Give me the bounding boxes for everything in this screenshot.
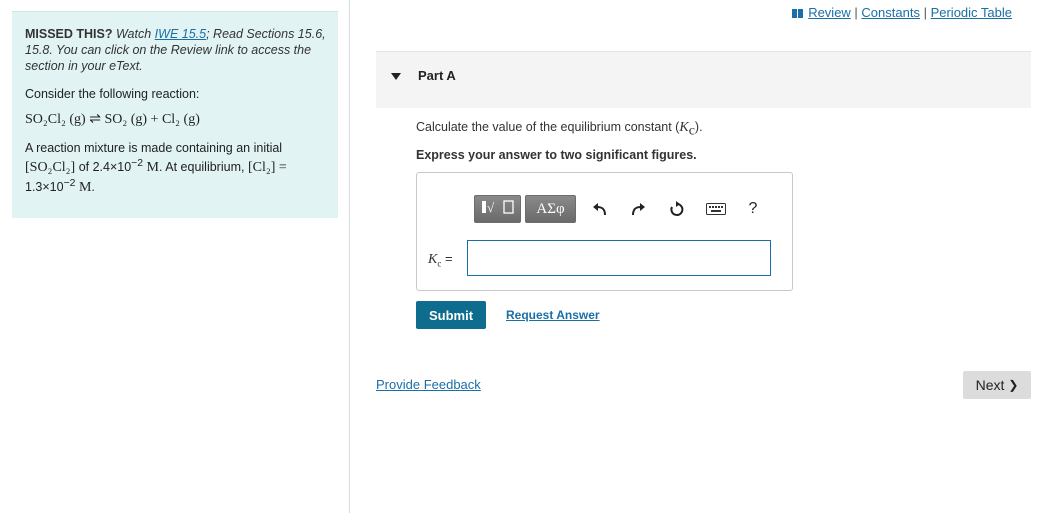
answer-input[interactable] bbox=[467, 240, 771, 276]
question-text-main: Calculate the value of the equilibrium c… bbox=[416, 120, 680, 134]
provide-feedback-link[interactable]: Provide Feedback bbox=[376, 377, 481, 392]
missed-this-text: MISSED THIS? Watch IWE 15.5; Read Sectio… bbox=[25, 26, 327, 74]
question-text: Calculate the value of the equilibrium c… bbox=[416, 120, 703, 140]
equilibrium-concentration: [Cl₂] = bbox=[247, 160, 287, 176]
kc-symbol: K bbox=[679, 120, 689, 135]
mixture-text-5: . bbox=[91, 180, 95, 195]
collapse-triangle-icon[interactable] bbox=[391, 73, 401, 80]
question-text-end: ). bbox=[694, 120, 703, 134]
exponent: −2 bbox=[63, 178, 76, 190]
reaction-equation: SO₂Cl₂ (g) ⇌ SO₂ (g) + Cl₂ (g) bbox=[25, 112, 200, 127]
exponent: −2 bbox=[131, 158, 144, 169]
reset-icon[interactable] bbox=[667, 197, 687, 221]
consider-text: Consider the following reaction: bbox=[25, 87, 200, 101]
kc-label: Kc = bbox=[428, 251, 453, 269]
part-title: Part A bbox=[418, 68, 456, 83]
initial-concentration: [SO₂Cl₂] bbox=[25, 160, 76, 176]
link-separator: | bbox=[850, 5, 862, 20]
mixture-text: A reaction mixture is made containing an… bbox=[25, 140, 327, 196]
kc-label-symbol: K bbox=[428, 252, 438, 267]
templates-icon: √ bbox=[480, 198, 516, 221]
mixture-text-4: 1.3×10 bbox=[25, 180, 64, 195]
link-separator: | bbox=[919, 5, 931, 20]
constants-link[interactable]: Constants bbox=[861, 5, 920, 20]
kc-label-equals: = bbox=[441, 251, 453, 266]
unit: M bbox=[75, 180, 92, 196]
redo-icon[interactable] bbox=[628, 197, 648, 221]
svg-text:√: √ bbox=[487, 200, 495, 215]
math-toolbar: √ ΑΣφ bbox=[474, 194, 576, 224]
next-button[interactable]: Next ❯ bbox=[963, 371, 1031, 399]
hint-panel: MISSED THIS? Watch IWE 15.5; Read Sectio… bbox=[12, 11, 338, 218]
book-icon bbox=[792, 6, 804, 18]
instruction-text: Express your answer to two significant f… bbox=[416, 148, 697, 162]
part-header[interactable]: Part A bbox=[376, 51, 1031, 108]
undo-icon[interactable] bbox=[590, 197, 610, 221]
templates-button[interactable]: √ bbox=[474, 195, 521, 223]
mixture-text-3: . At equilibrium, bbox=[159, 160, 248, 175]
request-answer-link[interactable]: Request Answer bbox=[506, 308, 600, 322]
answer-box: √ ΑΣφ ? Kc = bbox=[416, 172, 793, 291]
iwe-link[interactable]: IWE 15.5 bbox=[155, 27, 206, 41]
missed-text-1: Watch bbox=[112, 27, 155, 41]
periodic-table-link[interactable]: Periodic Table bbox=[931, 5, 1012, 20]
keyboard-icon[interactable] bbox=[705, 197, 727, 221]
missed-label: MISSED THIS? bbox=[25, 27, 113, 41]
review-link[interactable]: Review bbox=[808, 5, 851, 20]
mixture-text-1: A reaction mixture is made containing an… bbox=[25, 141, 283, 155]
panel-divider bbox=[349, 0, 350, 513]
help-icon[interactable]: ? bbox=[743, 197, 763, 221]
submit-button[interactable]: Submit bbox=[416, 301, 486, 329]
greek-symbols-button[interactable]: ΑΣφ bbox=[525, 195, 576, 223]
unit: M bbox=[143, 160, 159, 176]
mixture-text-2: of 2.4×10 bbox=[75, 160, 132, 175]
next-label: Next bbox=[975, 377, 1005, 393]
chevron-right-icon: ❯ bbox=[1008, 378, 1019, 392]
top-links: Review | Constants | Periodic Table bbox=[792, 5, 1012, 20]
